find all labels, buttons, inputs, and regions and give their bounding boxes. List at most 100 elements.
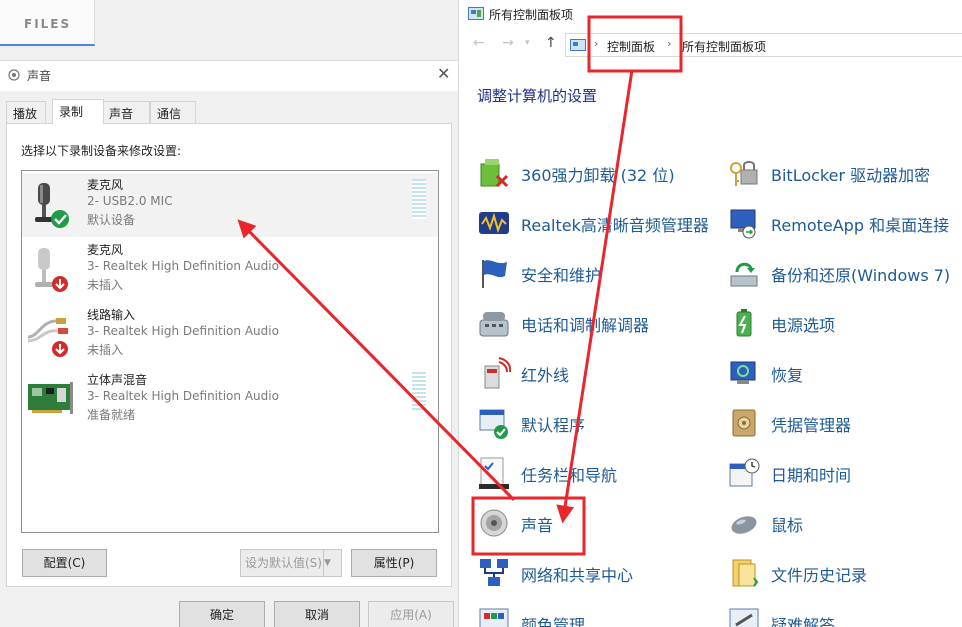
cp-item-label: Realtek高清晰音频管理器 bbox=[521, 216, 709, 235]
backup-restore-icon bbox=[730, 262, 758, 287]
back-arrow-icon[interactable]: ← bbox=[473, 35, 485, 51]
remoteapp-icon bbox=[730, 209, 756, 239]
device-description: 3- Realtek High Definition Audio bbox=[87, 389, 279, 403]
power-options-icon bbox=[736, 309, 752, 337]
chevron-down-icon[interactable]: ▼ bbox=[323, 550, 341, 576]
cp-item-label: 日期和时间 bbox=[771, 466, 852, 485]
control-panel-window: 所有控制面板项 ← → ▾ ↑ › 控制面板 › 所有控制面板项 调整计算机的设… bbox=[458, 0, 962, 627]
device-row[interactable]: 立体声混音 3- Realtek High Definition Audio 准… bbox=[22, 368, 438, 432]
tab-communications[interactable]: 通信 bbox=[150, 101, 196, 123]
device-name: 麦克风 bbox=[87, 243, 124, 257]
dialog-title: 声音 bbox=[27, 69, 52, 83]
taskbar-icon bbox=[479, 457, 509, 489]
recording-panel: 选择以下录制设备来修改设置: 麦克风 2- USB2.0 MIC 默认设备 麦克… bbox=[6, 123, 452, 587]
default-programs-icon bbox=[479, 409, 508, 439]
device-row[interactable]: 麦克风 3- Realtek High Definition Audio 未插入 bbox=[22, 238, 438, 302]
set-default-label: 设为默认值(S) bbox=[245, 556, 322, 570]
cp-item-label: 默认程序 bbox=[521, 416, 586, 435]
device-status: 未插入 bbox=[87, 343, 124, 357]
realtek-audio-icon bbox=[479, 212, 509, 234]
tab-playback[interactable]: 播放 bbox=[6, 101, 46, 123]
dialog-titlebar[interactable]: 声音 ✕ bbox=[0, 61, 458, 91]
speaker-dialog-icon bbox=[8, 69, 20, 81]
separator-chevron-icon: › bbox=[594, 37, 599, 50]
cp-item-label: 恢复 bbox=[771, 366, 804, 385]
instruction-text: 选择以下录制设备来修改设置: bbox=[21, 144, 182, 158]
cp-item-label: 红外线 bbox=[521, 366, 570, 385]
device-name: 线路输入 bbox=[87, 308, 136, 322]
files-tab-label: FILES bbox=[24, 17, 72, 31]
cp-item-label: 鼠标 bbox=[771, 516, 804, 535]
cp-item-label: 颜色管理 bbox=[521, 616, 586, 627]
uninstaller-icon bbox=[480, 159, 509, 188]
cp-title: 所有控制面板项 bbox=[489, 8, 574, 22]
calendar-clock-icon bbox=[729, 458, 760, 487]
cp-item-label: 备份和还原(Windows 7) bbox=[771, 266, 951, 285]
separator-chevron-icon: › bbox=[667, 37, 672, 50]
line-in-unplugged-icon bbox=[27, 318, 68, 357]
file-history-icon bbox=[732, 559, 759, 587]
cancel-button[interactable]: 取消 bbox=[274, 601, 360, 627]
control-panel-small-icon bbox=[570, 39, 586, 51]
cp-item-label: BitLocker 驱动器加密 bbox=[771, 166, 931, 185]
mouse-icon bbox=[731, 516, 757, 534]
network-icon bbox=[480, 559, 508, 586]
cp-item-label: 任务栏和导航 bbox=[521, 466, 618, 485]
speaker-icon bbox=[480, 509, 508, 537]
level-meter bbox=[412, 372, 426, 412]
files-strip: FILES bbox=[0, 0, 458, 60]
configure-button[interactable]: 配置(C) bbox=[22, 549, 107, 577]
cp-item-label: 电话和调制解调器 bbox=[521, 316, 650, 335]
cp-item-label: 电源选项 bbox=[771, 316, 836, 335]
device-status: 未插入 bbox=[87, 278, 124, 292]
phone-modem-icon bbox=[479, 312, 509, 337]
troubleshooting-icon bbox=[729, 608, 759, 627]
control-panel-icon bbox=[468, 7, 484, 20]
forward-arrow-icon[interactable]: → bbox=[502, 35, 514, 51]
microphone-default-icon bbox=[35, 183, 69, 228]
infrared-icon bbox=[484, 357, 511, 389]
security-flag-icon bbox=[482, 260, 507, 288]
breadcrumb-control-panel[interactable]: 控制面板 bbox=[607, 38, 655, 55]
recovery-icon bbox=[730, 361, 756, 384]
device-name: 麦克风 bbox=[87, 178, 124, 192]
stereo-mix-board-icon bbox=[28, 382, 73, 414]
tab-recording[interactable]: 录制 bbox=[52, 99, 104, 124]
cp-item-label: 声音 bbox=[521, 516, 554, 535]
cp-item-label: 凭据管理器 bbox=[771, 416, 852, 435]
device-status: 准备就绪 bbox=[87, 408, 136, 422]
ok-button[interactable]: 确定 bbox=[179, 601, 265, 627]
tab-sounds[interactable]: 声音 bbox=[102, 101, 150, 123]
cp-item-label: 网络和共享中心 bbox=[521, 566, 634, 585]
color-management-icon bbox=[479, 608, 509, 627]
bitlocker-key-icon bbox=[730, 161, 758, 186]
recording-device-list[interactable]: 麦克风 2- USB2.0 MIC 默认设备 麦克风 3- Realtek Hi… bbox=[21, 170, 439, 533]
screenshot-root: FILES 声音 ✕ 播放 录制 声音 通信 选择以下录制设备来修改设置: 麦克… bbox=[0, 0, 962, 627]
device-description: 3- Realtek High Definition Audio bbox=[87, 324, 279, 338]
device-description: 3- Realtek High Definition Audio bbox=[87, 259, 279, 273]
sound-dialog: 声音 ✕ 播放 录制 声音 通信 选择以下录制设备来修改设置: 麦克风 2- U… bbox=[0, 60, 458, 627]
device-row[interactable]: 线路输入 3- Realtek High Definition Audio 未插… bbox=[22, 303, 438, 367]
page-heading: 调整计算机的设置 bbox=[477, 87, 598, 105]
cp-item-label: 疑难解答 bbox=[771, 616, 836, 627]
properties-button[interactable]: 属性(P) bbox=[351, 549, 437, 577]
device-name: 立体声混音 bbox=[87, 373, 148, 387]
cp-item-label: 文件历史记录 bbox=[771, 566, 868, 585]
apply-button[interactable]: 应用(A) bbox=[368, 601, 454, 627]
cp-item-label: 安全和维护 bbox=[521, 266, 602, 285]
device-description: 2- USB2.0 MIC bbox=[87, 194, 173, 208]
cp-titlebar[interactable]: 所有控制面板项 bbox=[459, 0, 962, 28]
up-arrow-icon[interactable]: ↑ bbox=[545, 35, 557, 51]
set-default-button[interactable]: 设为默认值(S) ▼ bbox=[240, 549, 342, 577]
breadcrumb-all-items[interactable]: 所有控制面板项 bbox=[682, 38, 766, 55]
recent-chevron-icon[interactable]: ▾ bbox=[525, 38, 530, 48]
cp-item-label: 360强力卸载 (32 位) bbox=[521, 166, 675, 185]
device-status: 默认设备 bbox=[87, 213, 136, 227]
cp-item-label: RemoteApp 和桌面连接 bbox=[771, 216, 950, 235]
close-icon[interactable]: ✕ bbox=[437, 64, 450, 83]
device-row[interactable]: 麦克风 2- USB2.0 MIC 默认设备 bbox=[22, 173, 438, 237]
address-bar[interactable]: › 控制面板 › 所有控制面板项 bbox=[565, 33, 962, 57]
credential-vault-icon bbox=[732, 409, 756, 437]
files-tab[interactable]: FILES bbox=[0, 0, 95, 46]
level-meter bbox=[412, 179, 426, 219]
